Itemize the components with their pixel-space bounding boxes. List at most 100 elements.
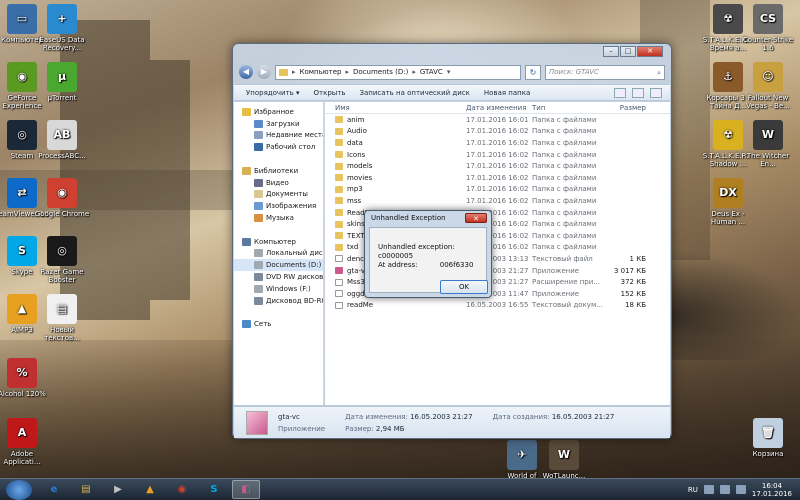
- taskbar-app-icon: ◧: [241, 484, 251, 495]
- folder-icon: [335, 116, 343, 124]
- file-row[interactable]: models 17.01.2016 16:02 Папка с файлами: [325, 160, 670, 172]
- file-row[interactable]: data 17.01.2016 16:02 Папка с файлами: [325, 137, 670, 149]
- close-button[interactable]: ✕: [637, 46, 663, 57]
- volume-icon[interactable]: [735, 485, 746, 494]
- nav-item-icon: [254, 284, 263, 293]
- desktop-icon-left-12[interactable]: % Alcohol 120%: [0, 358, 50, 398]
- taskbar-app-icon: S: [210, 484, 218, 495]
- back-button[interactable]: ◀: [239, 65, 253, 79]
- address-bar[interactable]: ▸ Компьютер ▸ Documents (D:) ▸ GTAVC ▾: [275, 64, 521, 80]
- desktop-icon-label: EaseUS Data Recovery...: [39, 36, 85, 52]
- desktop-icon-left-11[interactable]: ▤ Новый текстов...: [34, 294, 90, 342]
- file-row[interactable]: anim 17.01.2016 16:01 Папка с файлами: [325, 114, 670, 126]
- nav-item-label: Изображения: [266, 202, 317, 211]
- nav-item[interactable]: Документы: [234, 189, 323, 201]
- nav-item[interactable]: Windows (F:): [234, 283, 323, 295]
- language-indicator[interactable]: RU: [688, 486, 698, 494]
- file-row[interactable]: readMe 16.05.2003 16:55 Текстовый докум...…: [325, 300, 670, 312]
- minimize-button[interactable]: –: [603, 46, 619, 57]
- file-row[interactable]: Audio 17.01.2016 16:02 Папка с файлами: [325, 126, 670, 138]
- new-folder-button[interactable]: Новая папка: [484, 89, 530, 97]
- file-name: movies: [347, 173, 373, 182]
- desktop-icon-bottom-1[interactable]: W WoTLaunc...: [536, 440, 592, 480]
- desktop-icon-right-3[interactable]: ☺ Fallout New Vegas - Ве...: [740, 62, 796, 110]
- start-button[interactable]: [6, 479, 32, 500]
- system-tray: RU 16:04 17.01.2016: [688, 482, 800, 498]
- desktop-icon-label: Razer Game Booster: [40, 268, 84, 284]
- desktop-icon-right-1[interactable]: CS Counter-Strike 1.6: [740, 4, 796, 52]
- nav-item[interactable]: Музыка: [234, 212, 323, 224]
- desktop-shortcut-icon: ▲: [7, 294, 37, 324]
- column-name[interactable]: Имя: [325, 104, 466, 112]
- breadcrumb-folder[interactable]: GTAVC: [420, 68, 443, 76]
- file-date: 17.01.2016 16:02: [466, 173, 529, 182]
- taskbar-app-button[interactable]: ◉: [168, 480, 196, 499]
- file-name: models: [347, 162, 373, 171]
- nav-item[interactable]: Видео: [234, 177, 323, 189]
- folder-icon: [335, 197, 343, 205]
- desktop-icon-right-5[interactable]: W The Witcher En...: [740, 120, 796, 168]
- maximize-button[interactable]: □: [620, 46, 636, 57]
- network-icon[interactable]: [719, 485, 730, 494]
- file-row[interactable]: mss 17.01.2016 16:02 Папка с файлами: [325, 195, 670, 207]
- taskbar-app-button[interactable]: e: [40, 480, 68, 499]
- organize-button[interactable]: Упорядочить ▾: [246, 89, 300, 97]
- nav-item[interactable]: Сеть: [234, 318, 323, 330]
- column-date[interactable]: Дата изменения: [466, 104, 532, 112]
- taskbar-app-button[interactable]: ◧: [232, 480, 260, 499]
- breadcrumb-computer[interactable]: Компьютер: [300, 68, 342, 76]
- details-pane: gta-vc Приложение Дата изменения: 16.05.…: [234, 406, 670, 438]
- desktop-icon-left-1[interactable]: + EaseUS Data Recovery...: [34, 4, 90, 52]
- desktop-icon-left-3[interactable]: µ µTorrent: [34, 62, 90, 102]
- file-type: Папка с файлами: [532, 196, 597, 205]
- nav-item-icon: [254, 296, 263, 305]
- desktop-icon-left-13[interactable]: A Adobe Applicati...: [0, 418, 50, 466]
- search-input[interactable]: Поиск: GTAVC ⌕: [545, 64, 665, 80]
- folder-icon: [335, 174, 343, 182]
- desktop-icon-right-7[interactable]: 🗑 Корзина: [740, 418, 796, 458]
- nav-item[interactable]: Изображения: [234, 200, 323, 212]
- tray-arrow-icon[interactable]: [703, 485, 714, 494]
- burn-button[interactable]: Записать на оптический диск: [360, 89, 470, 97]
- desktop-icon-left-9[interactable]: ◎ Razer Game Booster: [34, 236, 90, 284]
- taskbar-app-button[interactable]: ▤: [72, 480, 100, 499]
- column-size[interactable]: Размер: [602, 104, 660, 112]
- desktop-icon-label: Counter-Strike 1.6: [742, 36, 794, 52]
- taskbar-app-button[interactable]: ▲: [136, 480, 164, 499]
- nav-item[interactable]: Избранное: [234, 106, 323, 118]
- file-row[interactable]: Icons 17.01.2016 16:02 Папка с файлами: [325, 149, 670, 161]
- view-options-icon[interactable]: [614, 87, 626, 98]
- forward-button[interactable]: ▶: [257, 65, 271, 79]
- desktop-icon-label: µTorrent: [47, 94, 77, 102]
- nav-item[interactable]: Documents (D:): [234, 259, 323, 272]
- file-type: Текстовый файл: [532, 254, 593, 263]
- desktop-icon-left-5[interactable]: AB ProcessABC...: [34, 120, 90, 160]
- refresh-icon[interactable]: ↻: [525, 64, 541, 80]
- dialog-close-button[interactable]: ✕: [465, 213, 487, 223]
- taskbar-app-button[interactable]: ▶: [104, 480, 132, 499]
- column-type[interactable]: Тип: [532, 104, 602, 112]
- preview-pane-icon[interactable]: [632, 87, 644, 98]
- details-name: gta-vc: [278, 412, 300, 421]
- clock[interactable]: 16:04 17.01.2016: [752, 482, 792, 498]
- breadcrumb-drive[interactable]: Documents (D:): [353, 68, 408, 76]
- file-row[interactable]: movies 17.01.2016 16:02 Папка с файлами: [325, 172, 670, 184]
- nav-item[interactable]: Локальный диск (C: [234, 248, 323, 260]
- nav-item[interactable]: Компьютер: [234, 236, 323, 248]
- nav-item[interactable]: Дисковод BD-ROM: [234, 295, 323, 307]
- open-button[interactable]: Открыть: [314, 89, 346, 97]
- nav-item[interactable]: DVD RW дисковод (: [234, 271, 323, 283]
- nav-item[interactable]: Загрузки: [234, 118, 323, 130]
- help-icon[interactable]: [650, 87, 662, 98]
- nav-item[interactable]: Библиотеки: [234, 165, 323, 177]
- nav-item-label: Дисковод BD-ROM: [266, 296, 323, 305]
- taskbar-app-button[interactable]: S: [200, 480, 228, 499]
- nav-item-label: Рабочий стол: [266, 143, 316, 152]
- file-row[interactable]: mp3 17.01.2016 16:02 Папка с файлами: [325, 184, 670, 196]
- ok-button[interactable]: OK: [440, 280, 488, 294]
- desktop-icon-left-7[interactable]: ◉ Google Chrome: [34, 178, 90, 218]
- desktop-icon-right-6[interactable]: DX Deus Ex - Human ...: [700, 178, 756, 226]
- file-size: 1 КБ: [629, 254, 646, 263]
- nav-item[interactable]: Недавние места: [234, 130, 323, 142]
- nav-item[interactable]: Рабочий стол: [234, 141, 323, 153]
